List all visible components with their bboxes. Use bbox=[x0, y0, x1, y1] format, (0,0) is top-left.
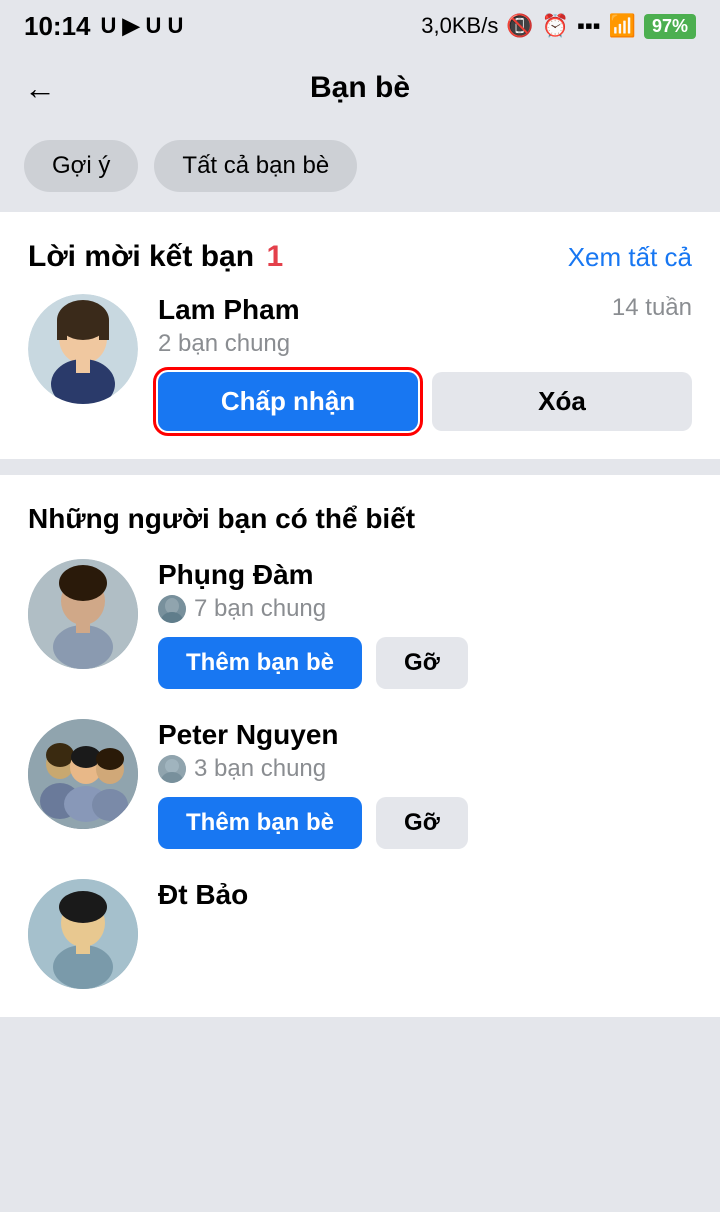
mutual-friends: 2 bạn chung bbox=[158, 330, 692, 358]
mutual-avatar-small bbox=[158, 755, 186, 783]
people-you-may-know-section: Những người bạn có thể biết Phụng Đàm 7 … bbox=[0, 475, 720, 1017]
person-actions: Thêm bạn bè Gỡ bbox=[158, 797, 692, 849]
list-item: Peter Nguyen 3 bạn chung Thêm bạn bè Gỡ bbox=[28, 719, 692, 849]
person-name: Phụng Đàm bbox=[158, 559, 692, 591]
friend-name-row: Lam Pham 14 tuần bbox=[158, 294, 692, 326]
list-item: Phụng Đàm 7 bạn chung Thêm bạn bè Gỡ bbox=[28, 559, 692, 689]
carrier-icons: U ▶ U U bbox=[101, 13, 184, 39]
battery-icon: 97% bbox=[644, 14, 696, 39]
accept-button[interactable]: Chấp nhận bbox=[158, 372, 418, 431]
action-buttons: Chấp nhận Xóa bbox=[158, 372, 692, 431]
status-bar: 10:14 U ▶ U U 3,0KB/s 📵 ⏰ ▪▪▪ 📶 97% bbox=[0, 0, 720, 52]
avatar bbox=[28, 879, 138, 989]
alarm-icon: ⏰ bbox=[542, 13, 569, 39]
status-time: 10:14 U ▶ U U bbox=[24, 11, 183, 42]
friend-requests-count: 1 bbox=[266, 240, 283, 273]
mutual-avatar-small bbox=[158, 595, 186, 623]
battery-level: 97 bbox=[652, 16, 672, 37]
people-section-title: Những người bạn có thể biết bbox=[28, 503, 692, 535]
mutual-count: 3 bạn chung bbox=[194, 755, 326, 783]
friend-name: Lam Pham bbox=[158, 294, 300, 326]
signal-icon: 📵 bbox=[506, 13, 533, 39]
mutual-count: 7 bạn chung bbox=[194, 595, 326, 623]
person-actions: Thêm bạn bè Gỡ bbox=[158, 637, 692, 689]
add-friend-button[interactable]: Thêm bạn bè bbox=[158, 797, 362, 849]
mutual-row: 7 bạn chung bbox=[158, 595, 692, 623]
avatar bbox=[28, 719, 138, 829]
back-button[interactable]: ← bbox=[24, 70, 56, 107]
person-name: Đt Bảo bbox=[158, 879, 692, 911]
see-all-button[interactable]: Xem tất cả bbox=[568, 242, 692, 273]
person-info: Phụng Đàm 7 bạn chung Thêm bạn bè Gỡ bbox=[158, 559, 692, 689]
filter-tabs: Gợi ý Tất cả bạn bè bbox=[0, 124, 720, 212]
wifi-icon: 📶 bbox=[609, 13, 636, 39]
page-header: ← Bạn bè bbox=[0, 52, 720, 124]
network-speed: 3,0KB/s bbox=[421, 13, 498, 39]
tab-suggestions[interactable]: Gợi ý bbox=[24, 140, 138, 192]
section-title-group: Lời mời kết bạn 1 bbox=[28, 240, 283, 274]
remove-button[interactable]: Gỡ bbox=[376, 637, 468, 689]
person-name: Peter Nguyen bbox=[158, 719, 692, 751]
avatar bbox=[28, 559, 138, 669]
friend-requests-title: Lời mời kết bạn bbox=[28, 240, 254, 273]
friend-time: 14 tuần bbox=[612, 294, 692, 322]
friend-info: Lam Pham 14 tuần 2 bạn chung Chấp nhận X… bbox=[158, 294, 692, 431]
status-icons: 3,0KB/s 📵 ⏰ ▪▪▪ 📶 97% bbox=[421, 13, 696, 39]
time-display: 10:14 bbox=[24, 11, 91, 42]
person-info: Đt Bảo bbox=[158, 879, 692, 915]
section-header: Lời mời kết bạn 1 Xem tất cả bbox=[28, 240, 692, 274]
person-info: Peter Nguyen 3 bạn chung Thêm bạn bè Gỡ bbox=[158, 719, 692, 849]
friend-request-item: Lam Pham 14 tuần 2 bạn chung Chấp nhận X… bbox=[28, 294, 692, 431]
tab-all-friends[interactable]: Tất cả bạn bè bbox=[154, 140, 357, 192]
remove-button[interactable]: Gỡ bbox=[376, 797, 468, 849]
mutual-row: 3 bạn chung bbox=[158, 755, 692, 783]
add-friend-button[interactable]: Thêm bạn bè bbox=[158, 637, 362, 689]
page-title: Bạn bè bbox=[310, 71, 410, 105]
friend-requests-card: Lời mời kết bạn 1 Xem tất cả bbox=[0, 212, 720, 459]
avatar bbox=[28, 294, 138, 404]
signal-bars-icon: ▪▪▪ bbox=[577, 13, 600, 39]
delete-button[interactable]: Xóa bbox=[432, 372, 692, 431]
list-item: Đt Bảo bbox=[28, 879, 692, 989]
